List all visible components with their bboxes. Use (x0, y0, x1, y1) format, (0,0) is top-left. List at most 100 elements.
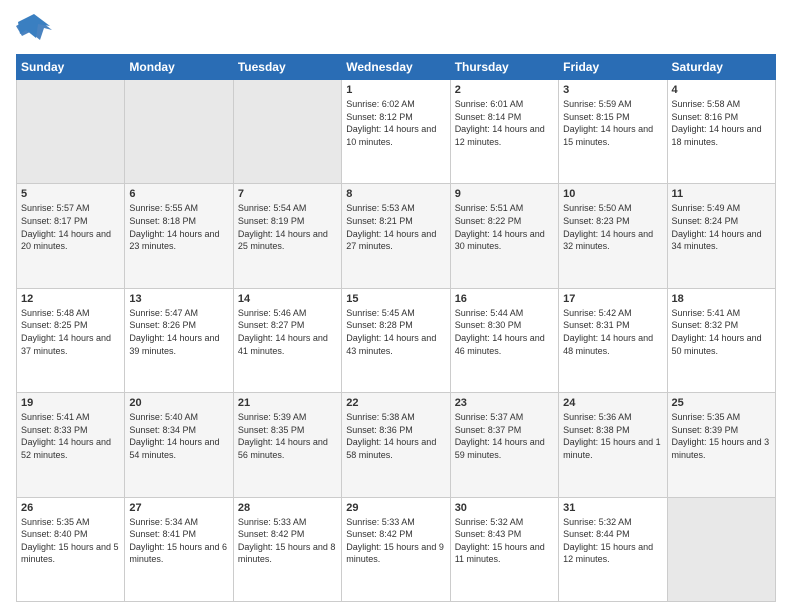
calendar-cell: 18 Sunrise: 5:41 AMSunset: 8:32 PMDayligh… (667, 288, 775, 392)
calendar-cell (17, 80, 125, 184)
cell-details: Sunrise: 5:41 AMSunset: 8:32 PMDaylight:… (672, 307, 771, 357)
calendar-cell (125, 80, 233, 184)
cell-details: Sunrise: 5:37 AMSunset: 8:37 PMDaylight:… (455, 411, 554, 461)
day-number: 26 (21, 502, 120, 514)
day-number: 16 (455, 293, 554, 305)
logo-bird-icon (16, 12, 52, 46)
cell-details: Sunrise: 5:36 AMSunset: 8:38 PMDaylight:… (563, 411, 662, 461)
calendar-cell: 6 Sunrise: 5:55 AMSunset: 8:18 PMDaylight… (125, 184, 233, 288)
cell-details: Sunrise: 5:50 AMSunset: 8:23 PMDaylight:… (563, 202, 662, 252)
day-number: 3 (563, 84, 662, 96)
calendar-cell: 26 Sunrise: 5:35 AMSunset: 8:40 PMDayligh… (17, 497, 125, 601)
day-number: 4 (672, 84, 771, 96)
calendar-week-row: 5 Sunrise: 5:57 AMSunset: 8:17 PMDaylight… (17, 184, 776, 288)
calendar-cell: 23 Sunrise: 5:37 AMSunset: 8:37 PMDayligh… (450, 393, 558, 497)
calendar-cell: 9Sunrise: 5:51 AMSunset: 8:22 PMDaylight… (450, 184, 558, 288)
day-number: 18 (672, 293, 771, 305)
day-number: 7 (238, 188, 337, 200)
day-number: 8 (346, 188, 445, 200)
calendar-cell: 27Sunrise: 5:34 AMSunset: 8:41 PMDayligh… (125, 497, 233, 601)
calendar-week-row: 19 Sunrise: 5:41 AMSunset: 8:33 PMDayligh… (17, 393, 776, 497)
cell-details: Sunrise: 5:35 AMSunset: 8:40 PMDaylight:… (21, 516, 120, 566)
cell-details: Sunrise: 5:54 AMSunset: 8:19 PMDaylight:… (238, 202, 337, 252)
cell-details: Sunrise: 5:44 AMSunset: 8:30 PMDaylight:… (455, 307, 554, 357)
calendar-cell: 24Sunrise: 5:36 AMSunset: 8:38 PMDayligh… (559, 393, 667, 497)
day-number: 5 (21, 188, 120, 200)
day-number: 19 (21, 397, 120, 409)
cell-details: Sunrise: 5:42 AMSunset: 8:31 PMDaylight:… (563, 307, 662, 357)
cell-details: Sunrise: 5:45 AMSunset: 8:28 PMDaylight:… (346, 307, 445, 357)
cell-details: Sunrise: 5:38 AMSunset: 8:36 PMDaylight:… (346, 411, 445, 461)
page: SundayMondayTuesdayWednesdayThursdayFrid… (0, 0, 792, 612)
cell-details: Sunrise: 5:55 AMSunset: 8:18 PMDaylight:… (129, 202, 228, 252)
cell-details: Sunrise: 5:32 AMSunset: 8:44 PMDaylight:… (563, 516, 662, 566)
calendar-cell (233, 80, 341, 184)
calendar-cell: 21 Sunrise: 5:39 AMSunset: 8:35 PMDayligh… (233, 393, 341, 497)
day-header-sunday: Sunday (17, 55, 125, 80)
calendar-week-row: 12Sunrise: 5:48 AMSunset: 8:25 PMDayligh… (17, 288, 776, 392)
day-number: 31 (563, 502, 662, 514)
calendar-cell: 29Sunrise: 5:33 AMSunset: 8:42 PMDayligh… (342, 497, 450, 601)
calendar-cell: 12Sunrise: 5:48 AMSunset: 8:25 PMDayligh… (17, 288, 125, 392)
cell-details: Sunrise: 5:33 AMSunset: 8:42 PMDaylight:… (346, 516, 445, 566)
day-number: 14 (238, 293, 337, 305)
calendar-cell: 30 Sunrise: 5:32 AMSunset: 8:43 PMDayligh… (450, 497, 558, 601)
cell-details: Sunrise: 5:39 AMSunset: 8:35 PMDaylight:… (238, 411, 337, 461)
cell-details: Sunrise: 5:57 AMSunset: 8:17 PMDaylight:… (21, 202, 120, 252)
day-number: 20 (129, 397, 228, 409)
cell-details: Sunrise: 6:01 AMSunset: 8:14 PMDaylight:… (455, 98, 554, 148)
calendar-cell: 13 Sunrise: 5:47 AMSunset: 8:26 PMDayligh… (125, 288, 233, 392)
logo (16, 12, 56, 46)
day-number: 11 (672, 188, 771, 200)
header (16, 12, 776, 46)
day-number: 25 (672, 397, 771, 409)
day-number: 21 (238, 397, 337, 409)
cell-details: Sunrise: 5:33 AMSunset: 8:42 PMDaylight:… (238, 516, 337, 566)
day-header-monday: Monday (125, 55, 233, 80)
day-number: 22 (346, 397, 445, 409)
calendar-cell: 5 Sunrise: 5:57 AMSunset: 8:17 PMDaylight… (17, 184, 125, 288)
day-number: 23 (455, 397, 554, 409)
day-header-thursday: Thursday (450, 55, 558, 80)
calendar-cell: 25 Sunrise: 5:35 AMSunset: 8:39 PMDayligh… (667, 393, 775, 497)
day-header-saturday: Saturday (667, 55, 775, 80)
calendar-cell: 17 Sunrise: 5:42 AMSunset: 8:31 PMDayligh… (559, 288, 667, 392)
day-number: 9 (455, 188, 554, 200)
cell-details: Sunrise: 5:59 AMSunset: 8:15 PMDaylight:… (563, 98, 662, 148)
cell-details: Sunrise: 5:41 AMSunset: 8:33 PMDaylight:… (21, 411, 120, 461)
day-number: 28 (238, 502, 337, 514)
day-number: 13 (129, 293, 228, 305)
cell-details: Sunrise: 5:32 AMSunset: 8:43 PMDaylight:… (455, 516, 554, 566)
calendar-cell: 2 Sunrise: 6:01 AMSunset: 8:14 PMDaylight… (450, 80, 558, 184)
calendar-cell: 15 Sunrise: 5:45 AMSunset: 8:28 PMDayligh… (342, 288, 450, 392)
cell-details: Sunrise: 5:35 AMSunset: 8:39 PMDaylight:… (672, 411, 771, 461)
cell-details: Sunrise: 5:40 AMSunset: 8:34 PMDaylight:… (129, 411, 228, 461)
day-number: 17 (563, 293, 662, 305)
calendar-cell: 8Sunrise: 5:53 AMSunset: 8:21 PMDaylight… (342, 184, 450, 288)
calendar-week-row: 1 Sunrise: 6:02 AMSunset: 8:12 PMDaylight… (17, 80, 776, 184)
calendar-cell: 14 Sunrise: 5:46 AMSunset: 8:27 PMDayligh… (233, 288, 341, 392)
day-number: 1 (346, 84, 445, 96)
day-number: 30 (455, 502, 554, 514)
day-number: 27 (129, 502, 228, 514)
calendar-cell: 31 Sunrise: 5:32 AMSunset: 8:44 PMDayligh… (559, 497, 667, 601)
calendar-table: SundayMondayTuesdayWednesdayThursdayFrid… (16, 54, 776, 602)
calendar-cell: 4Sunrise: 5:58 AMSunset: 8:16 PMDaylight… (667, 80, 775, 184)
calendar-cell: 3 Sunrise: 5:59 AMSunset: 8:15 PMDaylight… (559, 80, 667, 184)
day-number: 2 (455, 84, 554, 96)
calendar-cell: 22 Sunrise: 5:38 AMSunset: 8:36 PMDayligh… (342, 393, 450, 497)
day-number: 15 (346, 293, 445, 305)
day-header-wednesday: Wednesday (342, 55, 450, 80)
cell-details: Sunrise: 5:48 AMSunset: 8:25 PMDaylight:… (21, 307, 120, 357)
calendar-week-row: 26 Sunrise: 5:35 AMSunset: 8:40 PMDayligh… (17, 497, 776, 601)
calendar-cell: 11Sunrise: 5:49 AMSunset: 8:24 PMDayligh… (667, 184, 775, 288)
calendar-cell: 7 Sunrise: 5:54 AMSunset: 8:19 PMDaylight… (233, 184, 341, 288)
calendar-cell: 10 Sunrise: 5:50 AMSunset: 8:23 PMDayligh… (559, 184, 667, 288)
calendar-cell: 28 Sunrise: 5:33 AMSunset: 8:42 PMDayligh… (233, 497, 341, 601)
day-number: 6 (129, 188, 228, 200)
cell-details: Sunrise: 5:47 AMSunset: 8:26 PMDaylight:… (129, 307, 228, 357)
cell-details: Sunrise: 5:46 AMSunset: 8:27 PMDaylight:… (238, 307, 337, 357)
cell-details: Sunrise: 6:02 AMSunset: 8:12 PMDaylight:… (346, 98, 445, 148)
day-number: 10 (563, 188, 662, 200)
calendar-cell: 16 Sunrise: 5:44 AMSunset: 8:30 PMDayligh… (450, 288, 558, 392)
